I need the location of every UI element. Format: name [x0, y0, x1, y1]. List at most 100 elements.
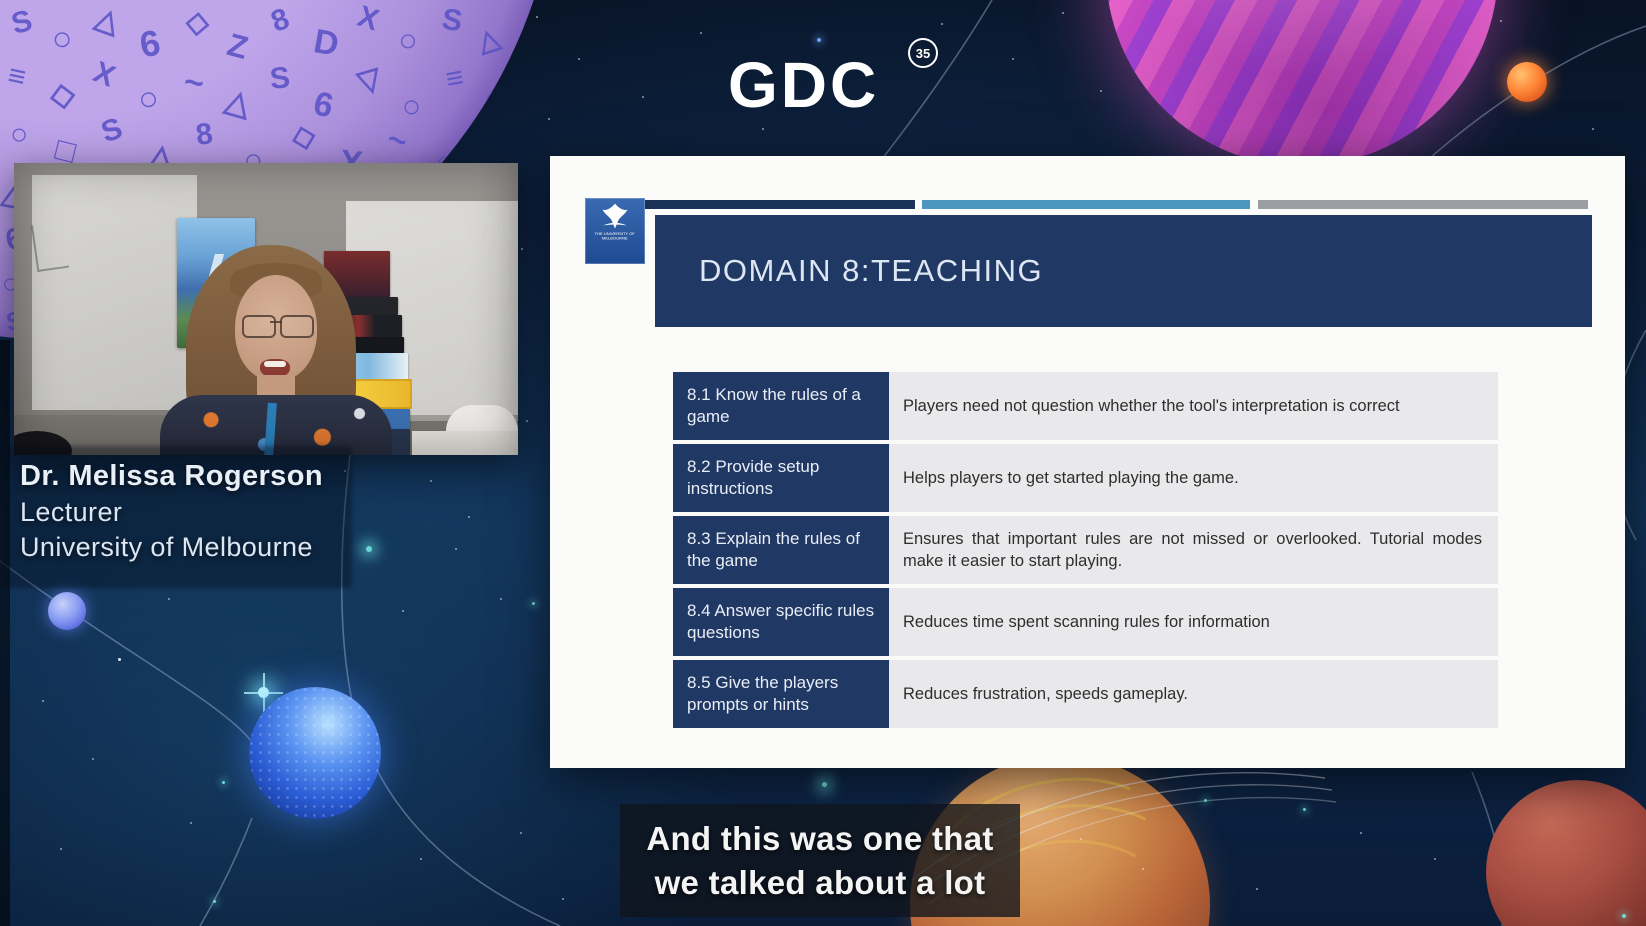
doodle-glyph: △: [91, 1, 125, 40]
gdc-wordmark: GDC: [728, 49, 880, 121]
table-cell-domain: 8.2 Provide setup instructions: [673, 444, 889, 512]
doodle-glyph: D: [480, 88, 507, 122]
speaker-webcam-video: [14, 163, 518, 455]
star: [1012, 58, 1014, 60]
table-cell-benefit: Ensures that important rules are not mis…: [889, 516, 1498, 584]
speaker-title: Lecturer: [20, 497, 123, 527]
star: [42, 700, 44, 702]
star: [1622, 914, 1626, 918]
doodle-glyph: ~: [383, 120, 412, 160]
doodle-glyph: X: [88, 55, 120, 94]
table-row: 8.2 Provide setup instructions Helps pla…: [673, 444, 1498, 512]
star: [532, 602, 535, 605]
star: [1080, 838, 1082, 840]
domain-8-table: 8.1 Know the rules of a game Players nee…: [673, 372, 1498, 728]
doodle-glyph: △: [221, 81, 256, 123]
star: [1434, 858, 1436, 860]
table-cell-domain: 8.4 Answer specific rules questions: [673, 588, 889, 656]
star: [642, 96, 644, 98]
star: [1303, 808, 1306, 811]
star: [1100, 90, 1102, 92]
star: [500, 598, 502, 600]
doodle-glyph: 8: [266, 2, 294, 39]
star: [430, 480, 432, 482]
star: [92, 758, 94, 760]
star: [562, 898, 564, 900]
caption-line-1: And this was one that: [646, 819, 994, 857]
small-blue-planet: [48, 592, 86, 630]
star: [578, 58, 580, 60]
star: [222, 781, 225, 784]
star: [118, 658, 121, 661]
glowing-star: [244, 673, 283, 712]
doodle-glyph: Z: [223, 26, 252, 66]
doodle-glyph: △: [473, 21, 504, 58]
doodle-glyph: S: [97, 111, 127, 150]
doodle-glyph: ≡: [4, 58, 29, 95]
table-cell-benefit: Reduces frustration, speeds gameplay.: [889, 660, 1498, 728]
star: [366, 546, 372, 552]
doodle-glyph: D: [310, 22, 342, 64]
star: [1500, 20, 1502, 22]
doodle-glyph: ○: [394, 20, 421, 60]
doodle-glyph: S: [268, 61, 292, 96]
table-row: 8.4 Answer specific rules questions Redu…: [673, 588, 1498, 656]
speaker-name: Dr. Melissa Rogerson: [20, 460, 323, 492]
doodle-glyph: ~: [182, 63, 206, 103]
pink-striped-planet: [1106, 0, 1498, 166]
video-frame: S○△6◇Z8DX○S△≡◇X○~△S6▽○≡D○□S△8○◇X~○△6○S G…: [0, 0, 1646, 926]
star: [1360, 832, 1362, 834]
uom-crest-icon: [602, 203, 628, 229]
table-cell-domain: 8.1 Know the rules of a game: [673, 372, 889, 440]
star: [168, 598, 170, 600]
slide-title-banner: DOMAIN 8:TEACHING: [655, 215, 1592, 327]
doodle-glyph: S: [7, 3, 36, 42]
doodle-glyph: ◇: [47, 74, 77, 114]
doodle-glyph: ≡: [443, 60, 467, 97]
frame-edge: [0, 340, 10, 926]
star: [548, 118, 550, 120]
star: [468, 516, 470, 518]
star: [402, 610, 404, 612]
doodle-glyph: ▽: [353, 61, 386, 100]
university-of-melbourne-logo: THE UNIVERSITY OF MELBOURNE: [585, 198, 645, 264]
star: [520, 832, 522, 834]
speaker-lower-third: Dr. Melissa Rogerson Lecturer University…: [20, 458, 323, 565]
table-row: 8.3 Explain the rules of the game Ensure…: [673, 516, 1498, 584]
star: [1062, 12, 1064, 14]
progress-bar-navy: [645, 200, 915, 209]
table-cell-benefit: Players need not question whether the to…: [889, 372, 1498, 440]
doodle-glyph: 6: [136, 21, 164, 66]
subtitle-caption: And this was one that we talked about a …: [620, 804, 1020, 917]
star: [455, 548, 457, 550]
table-row: 8.1 Know the rules of a game Players nee…: [673, 372, 1498, 440]
progress-bar-gray: [1258, 200, 1588, 209]
doodle-glyph: ◇: [184, 5, 211, 40]
doodle-glyph: X: [353, 0, 383, 38]
slide-title: DOMAIN 8:TEACHING: [699, 253, 1044, 288]
table-cell-domain: 8.5 Give the players prompts or hints: [673, 660, 889, 728]
star: [60, 848, 62, 850]
table-cell-benefit: Helps players to get started playing the…: [889, 444, 1498, 512]
doodle-glyph: ○: [48, 18, 76, 60]
doodle-glyph: ○: [6, 116, 32, 153]
doodle-glyph: ○: [399, 86, 424, 126]
uom-logo-text: THE UNIVERSITY OF MELBOURNE: [594, 232, 636, 241]
star: [536, 16, 538, 18]
doodle-glyph: ◇: [288, 117, 319, 156]
gdc-35-badge: 35: [908, 38, 938, 68]
star: [822, 782, 827, 787]
doodle-glyph: ○: [133, 78, 163, 120]
orange-planet: [1507, 62, 1547, 102]
gdc-logo: GDC 35: [728, 38, 948, 130]
doodle-glyph: S: [439, 2, 465, 39]
progress-bar-blue: [922, 200, 1250, 209]
table-row: 8.5 Give the players prompts or hints Re…: [673, 660, 1498, 728]
red-planet: [1486, 780, 1646, 926]
large-blue-planet: [249, 687, 381, 819]
presentation-slide: THE UNIVERSITY OF MELBOURNE DOMAIN 8:TEA…: [550, 156, 1625, 768]
star: [1204, 799, 1207, 802]
star: [521, 248, 523, 250]
star: [213, 900, 216, 903]
star: [526, 420, 528, 422]
